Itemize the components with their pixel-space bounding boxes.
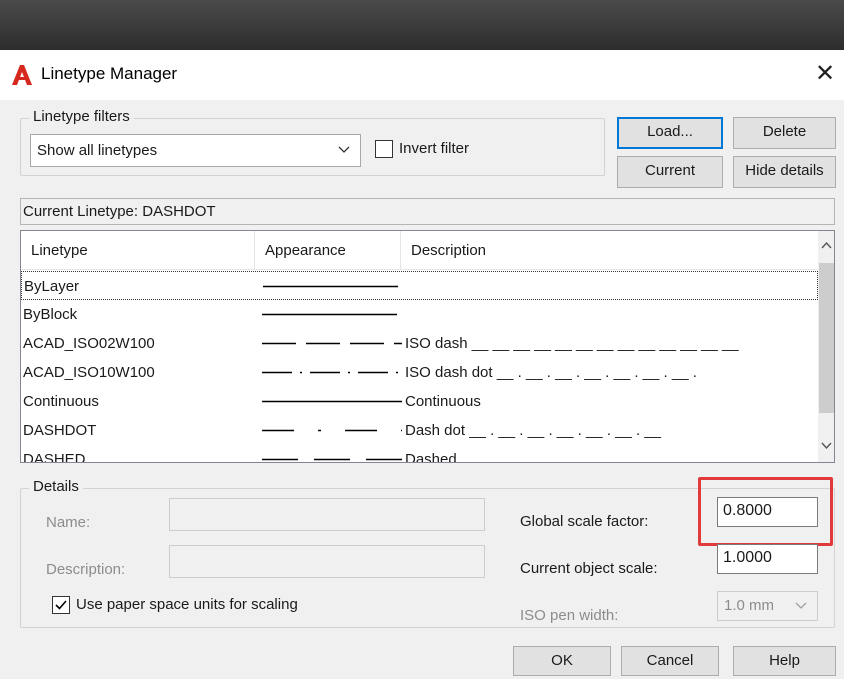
- linetype-filters-legend: Linetype filters: [29, 108, 134, 125]
- linetype-list[interactable]: Linetype Appearance Description ByLayer …: [20, 230, 835, 463]
- cancel-button[interactable]: Cancel: [621, 646, 719, 676]
- linetype-name: DASHED: [23, 451, 86, 463]
- close-icon[interactable]: ✕: [810, 56, 840, 92]
- column-header-linetype[interactable]: Linetype: [21, 231, 255, 270]
- appearance-swatch: [262, 342, 402, 345]
- checkmark-icon: [55, 600, 67, 610]
- linetype-name: ACAD_ISO10W100: [23, 364, 155, 381]
- current-object-scale-field[interactable]: 1.0000: [717, 544, 818, 574]
- hide-details-button[interactable]: Hide details: [733, 156, 836, 188]
- iso-pen-width-dropdown: 1.0 mm: [717, 591, 818, 621]
- linetype-name: ByLayer: [24, 278, 80, 295]
- table-row[interactable]: Continuous Continuous: [21, 387, 818, 416]
- table-row[interactable]: DASHDOT Dash dot __ . __ . __ . __ . __ …: [21, 416, 818, 445]
- scroll-down-icon[interactable]: [818, 437, 835, 454]
- linetype-description: Dash dot __ . __ . __ . __ . __ . __ . _…: [405, 422, 662, 439]
- chevron-down-icon: [338, 146, 350, 153]
- linetype-name: Continuous: [23, 393, 99, 410]
- table-row[interactable]: ACAD_ISO10W100 ISO dash dot __ . __ . __…: [21, 358, 818, 387]
- scroll-up-icon[interactable]: [818, 237, 835, 254]
- linetype-description: Dashed: [405, 451, 457, 463]
- column-header-description[interactable]: Description: [401, 231, 818, 270]
- background-title-bar: [0, 0, 844, 50]
- linetype-name: ByBlock: [23, 306, 78, 323]
- invert-filter-checkbox[interactable]: [375, 140, 393, 158]
- current-linetype-value: DASHDOT: [142, 203, 216, 220]
- help-button[interactable]: Help: [733, 646, 836, 676]
- appearance-swatch: [262, 400, 402, 403]
- global-scale-label: Global scale factor:: [520, 513, 649, 530]
- name-field: [169, 498, 485, 531]
- dialog-title: Linetype Manager: [41, 64, 178, 83]
- details-legend: Details: [29, 478, 83, 495]
- linetype-filter-value: Show all linetypes: [37, 142, 158, 159]
- linetype-manager-dialog: Linetype Manager ✕ Linetype filters Show…: [0, 50, 844, 679]
- list-scrollbar[interactable]: [818, 231, 835, 462]
- ok-button[interactable]: OK: [513, 646, 611, 676]
- table-row[interactable]: ByLayer: [21, 271, 818, 300]
- current-object-scale-label: Current object scale:: [520, 560, 658, 577]
- linetype-name: ACAD_ISO02W100: [23, 335, 155, 352]
- paper-space-units-label: Use paper space units for scaling: [76, 596, 298, 613]
- appearance-swatch: [262, 458, 402, 461]
- appearance-swatch: [262, 313, 397, 316]
- linetype-description: ISO dash __ __ __ __ __ __ __ __ __ __ _…: [405, 335, 739, 352]
- iso-pen-width-label: ISO pen width:: [520, 607, 619, 624]
- appearance-swatch: [263, 285, 398, 288]
- linetype-name: DASHDOT: [23, 422, 97, 439]
- description-field: [169, 545, 485, 578]
- table-row[interactable]: DASHED Dashed: [21, 445, 818, 463]
- invert-filter-label: Invert filter: [399, 140, 470, 157]
- chevron-down-icon: [795, 602, 807, 609]
- table-row[interactable]: ACAD_ISO02W100 ISO dash __ __ __ __ __ _…: [21, 329, 818, 358]
- linetype-filter-dropdown[interactable]: Show all linetypes: [30, 134, 361, 167]
- current-button[interactable]: Current: [617, 156, 723, 188]
- table-row[interactable]: ByBlock: [21, 300, 818, 329]
- current-linetype-bar: Current Linetype: DASHDOT: [20, 198, 835, 225]
- list-header: Linetype Appearance Description: [21, 231, 818, 270]
- scrollbar-thumb[interactable]: [819, 263, 834, 413]
- delete-button[interactable]: Delete: [733, 117, 836, 149]
- iso-pen-width-value: 1.0 mm: [724, 597, 775, 614]
- name-label: Name:: [46, 514, 91, 531]
- current-linetype-label: Current Linetype:: [23, 203, 139, 220]
- load-button[interactable]: Load...: [617, 117, 723, 149]
- dialog-title-bar: Linetype Manager ✕: [0, 50, 844, 100]
- description-label: Description:: [46, 561, 126, 578]
- linetype-description: ISO dash dot __ . __ . __ . __ . __ . __…: [405, 364, 697, 381]
- appearance-swatch: [262, 371, 402, 374]
- paper-space-units-checkbox[interactable]: [52, 596, 70, 614]
- linetype-description: Continuous: [405, 393, 481, 410]
- autocad-logo-icon: [12, 65, 32, 85]
- annotation-highlight-box: [698, 477, 833, 546]
- column-header-appearance[interactable]: Appearance: [255, 231, 401, 270]
- appearance-swatch: [262, 429, 402, 432]
